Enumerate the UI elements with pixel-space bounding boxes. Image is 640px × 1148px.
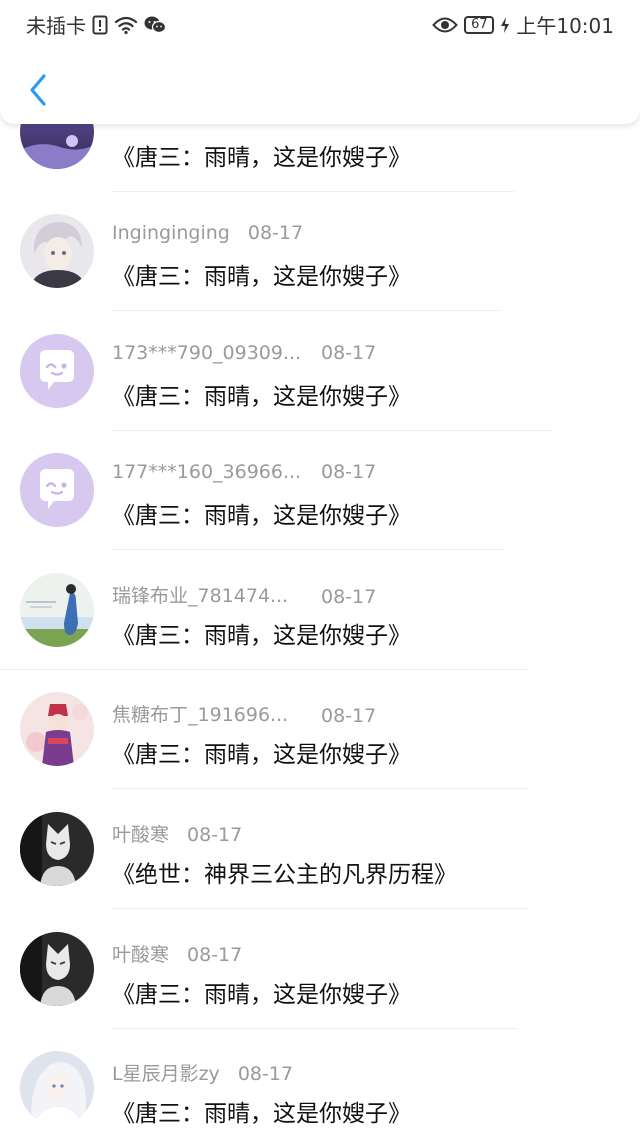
comment-date: 08-17 <box>187 824 243 846</box>
comment-date: 08-17 <box>321 586 377 608</box>
list-item[interactable]: L星辰月影zy 08-17 《唐三：雨晴，这是你嫂子》 <box>0 1029 640 1148</box>
divider <box>112 908 528 909</box>
comment-meta: 焦糖布丁_191696... 08-17 <box>112 700 376 727</box>
chevron-left-icon <box>30 74 46 106</box>
comment-date: 08-17 <box>237 1063 294 1085</box>
comment-date: 08-17 <box>321 342 377 364</box>
status-bar: 未插卡 67 上午10:01 <box>0 0 640 44</box>
comment-meta: 177***160_36966... 08-17 <box>112 461 376 483</box>
comment-meta: 叶酸寒 08-17 <box>112 940 242 967</box>
avatar[interactable] <box>20 932 94 1006</box>
list-item[interactable]: 瑞锋布业_781474... 08-17 《唐三：雨晴，这是你嫂子》 <box>0 551 640 670</box>
divider <box>112 310 500 311</box>
username[interactable]: Inginginging <box>112 222 230 244</box>
username[interactable]: 173***790_09309... <box>112 342 304 364</box>
username[interactable]: 177***160_36966... <box>112 461 304 483</box>
username[interactable]: 叶酸寒 <box>112 824 169 846</box>
battery-indicator: 67 <box>464 15 495 34</box>
list-item[interactable]: Inginginging 08-17 《唐三：雨晴，这是你嫂子》 <box>0 192 640 311</box>
comment-title[interactable]: 《唐三：雨晴，这是你嫂子》 <box>112 616 411 650</box>
list-item[interactable]: 叶酸寒 08-17 《唐三：雨晴，这是你嫂子》 <box>0 910 640 1029</box>
divider <box>112 788 528 789</box>
status-right: 67 上午10:01 <box>432 10 614 39</box>
sim-alert-icon <box>92 15 108 35</box>
username[interactable]: L星辰月影zy <box>112 1063 220 1085</box>
avatar[interactable] <box>20 573 94 647</box>
charging-icon <box>500 16 510 34</box>
comment-title[interactable]: 《唐三：雨晴，这是你嫂子》 <box>112 377 411 411</box>
comment-date: 08-17 <box>321 705 377 727</box>
comment-title[interactable]: 《唐三：雨晴，这是你嫂子》 <box>112 138 411 172</box>
avatar[interactable] <box>20 453 94 527</box>
comment-date: 08-17 <box>321 461 377 483</box>
comment-title[interactable]: 《唐三：雨晴，这是你嫂子》 <box>112 735 411 769</box>
eye-icon <box>432 16 459 34</box>
status-left: 未插卡 <box>26 10 166 39</box>
comment-meta: L星辰月影zy 08-17 <box>112 1059 293 1086</box>
default-chat-avatar-icon <box>20 334 94 408</box>
back-button[interactable] <box>18 68 58 112</box>
comment-title[interactable]: 《唐三：雨晴，这是你嫂子》 <box>112 975 411 1009</box>
clock-text: 上午10:01 <box>516 14 614 38</box>
comment-meta: 瑞锋布业_781474... 08-17 <box>112 581 376 608</box>
default-chat-avatar-icon <box>20 453 94 527</box>
list-item[interactable]: 177***160_36966... 08-17 《唐三：雨晴，这是你嫂子》 <box>0 431 640 550</box>
comment-title[interactable]: 《唐三：雨晴，这是你嫂子》 <box>112 496 411 530</box>
comment-date: 08-17 <box>187 944 243 966</box>
avatar[interactable] <box>20 812 94 886</box>
comment-meta: Inginginging 08-17 <box>112 222 303 244</box>
comment-title[interactable]: 《唐三：雨晴，这是你嫂子》 <box>112 1094 411 1128</box>
avatar[interactable] <box>20 214 94 288</box>
avatar[interactable] <box>20 1051 94 1125</box>
wifi-icon <box>114 15 138 35</box>
list-item[interactable]: 叶酸寒 08-17 《绝世：神界三公主的凡界历程》 <box>0 790 640 909</box>
list-item[interactable]: 173***790_09309... 08-17 《唐三：雨晴，这是你嫂子》 <box>0 312 640 431</box>
comment-date: 08-17 <box>247 222 304 244</box>
carrier-text: 未插卡 <box>26 14 86 38</box>
divider <box>112 549 504 550</box>
wechat-icon <box>144 15 166 35</box>
username[interactable]: 叶酸寒 <box>112 944 169 966</box>
comment-meta: 叶酸寒 08-17 <box>112 820 242 847</box>
avatar[interactable] <box>20 692 94 766</box>
avatar[interactable] <box>20 334 94 408</box>
username[interactable]: 焦糖布丁_191696... <box>112 700 304 727</box>
top-bar: 未插卡 67 上午10:01 <box>0 0 640 124</box>
comment-meta: 173***790_09309... 08-17 <box>112 342 376 364</box>
comment-title[interactable]: 《唐三：雨晴，这是你嫂子》 <box>112 257 411 291</box>
username[interactable]: 瑞锋布业_781474... <box>112 581 304 608</box>
comment-title[interactable]: 《绝世：神界三公主的凡界历程》 <box>112 855 457 889</box>
list-item[interactable]: 焦糖布丁_191696... 08-17 《唐三：雨晴，这是你嫂子》 <box>0 670 640 789</box>
